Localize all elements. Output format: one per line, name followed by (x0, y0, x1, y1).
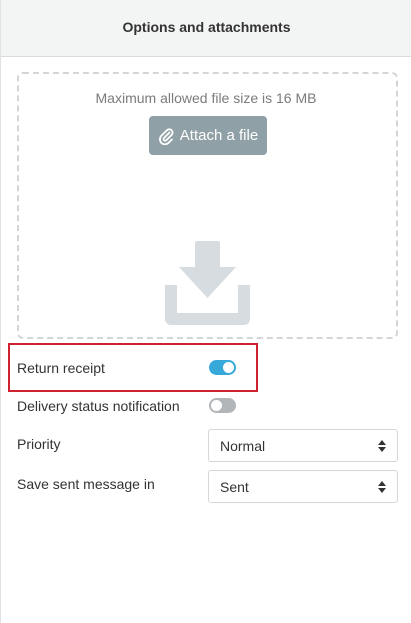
sort-arrows-icon (378, 481, 386, 493)
delivery-status-toggle[interactable] (209, 398, 236, 413)
panel-title: Options and attachments (122, 19, 291, 35)
sort-arrows-icon (378, 440, 386, 452)
toggle-knob (223, 362, 234, 373)
priority-value: Normal (220, 438, 266, 454)
save-sent-value: Sent (220, 479, 249, 495)
attach-file-button[interactable]: Attach a file (149, 116, 267, 155)
priority-label: Priority (17, 436, 61, 452)
save-sent-label: Save sent message in (17, 476, 155, 492)
attach-file-label: Attach a file (179, 127, 259, 144)
priority-select[interactable]: Normal (208, 429, 398, 462)
paperclip-icon (158, 127, 174, 145)
save-sent-select[interactable]: Sent (208, 470, 398, 503)
return-receipt-toggle[interactable] (209, 360, 236, 375)
panel-header: Options and attachments (1, 0, 411, 57)
delivery-status-label: Delivery status notification (17, 398, 180, 414)
toggle-knob (211, 400, 222, 411)
max-file-size-text: Maximum allowed file size is 16 MB (95, 90, 317, 106)
return-receipt-label: Return receipt (17, 360, 105, 376)
options-panel: Options and attachments Maximum allowed … (0, 0, 411, 623)
download-icon (165, 241, 250, 325)
